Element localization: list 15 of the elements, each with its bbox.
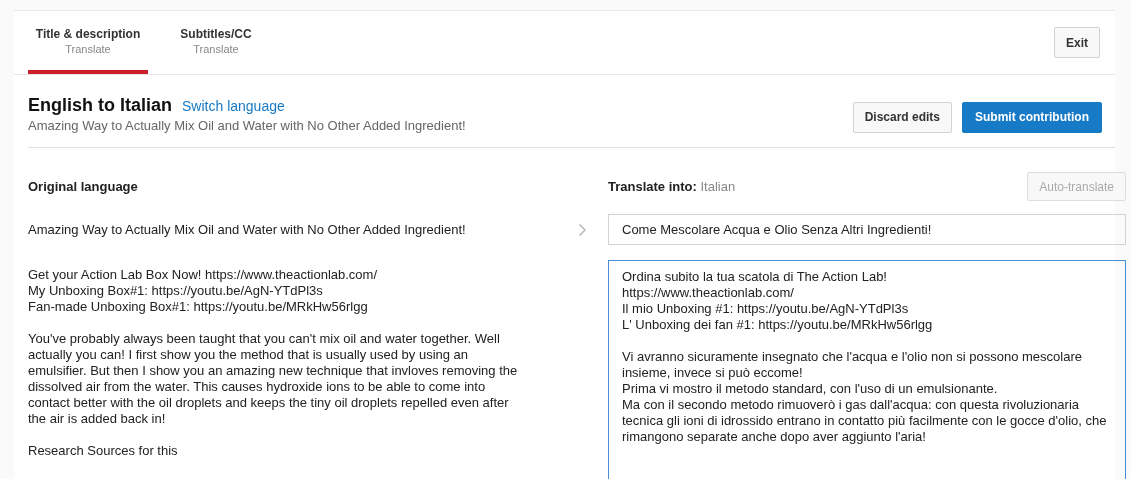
- tab[interactable]: Title & description Translate: [28, 11, 148, 74]
- description-input-field[interactable]: Ordina subito la tua scatola di The Action Lab! https://www.theactionlab.com/ Il mio Unboxing #1: https://youtu.be/AgN-YTdPl3s L' Unboxing dei fan #1: https://youtu.be/MRkHw56rlgg Vi avranno sicuramente insegnato che l'acqua e l'olio non si possono mescolare insieme, invece si può eccome! Prima vi mostro il metodo standard, con l'uso di un emulsionante. Ma con il secondo metodo rimuoverò i gas dall'acqua: con questa rivoluzionaria tecnica gli ioni di idrossido entrano in contatto più facilmente con le gocce d'olio, che rimangono separate anche dopo aver aggiunto l'aria!: [608, 260, 1126, 479]
- tab[interactable]: Subtitles/CC Translate: [156, 11, 276, 74]
- submit-button[interactable]: Submit contribution: [962, 101, 1102, 133]
- original-description: Get your Action Lab Box Now! https://www.theactionlab.com/ My Unboxing Box#1: https://youtu.be/AgN-YTdPl3s Fan-made Unboxing Box#1: https://youtu.be/MRkHw56rlgg You've probably always been taught that you can't mix oil and water together. Well actually you can! I first show you the method that is usually used by using an emulsifier. But then I show you an amazing new technique that invloves removing the dissolved air from the water. This causes hydroxide ions to be able to come into contact better with the oil droplets and keeps the tiny oil droplets repelled even after the air is added back in! Research Sources for this: [28, 266, 519, 459]
- title-input-field[interactable]: Come Mescolare Acqua e Olio Senza Altri Ingredienti!: [608, 214, 1126, 245]
- column-heading: Original language: [28, 179, 139, 194]
- page-title: English to Italian: [28, 95, 172, 116]
- video-title: Amazing Way to Actually Mix Oil and Water with No Other Added Ingredient!: [28, 118, 466, 133]
- exit-button[interactable]: Exit: [1054, 27, 1100, 58]
- switch-language-link[interactable]: Switch language: [182, 98, 285, 114]
- column-heading: Translate into: Italian: [608, 179, 736, 194]
- chevron-icon: [577, 222, 587, 237]
- original-title: Amazing Way to Actually Mix Oil and Water with No Other Added Ingredient!: [28, 221, 467, 238]
- discard-button[interactable]: Discard edits: [852, 101, 952, 133]
